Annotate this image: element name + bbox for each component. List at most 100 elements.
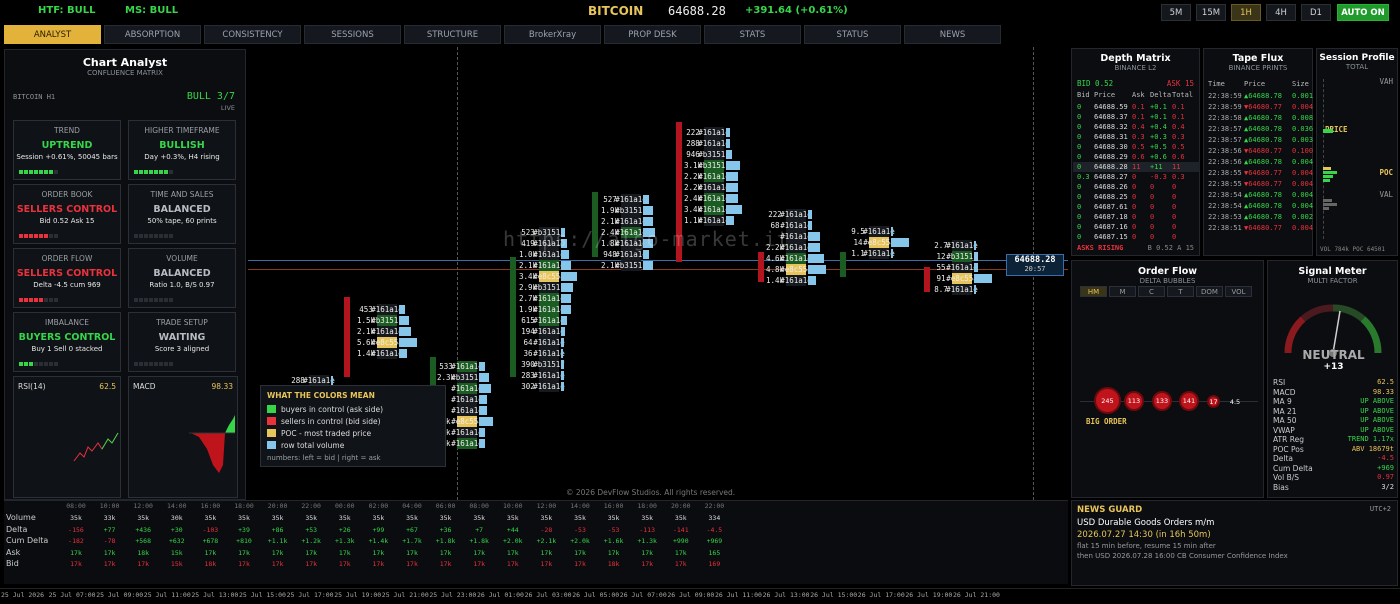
volume-bar [399,338,417,347]
card-heading: TRADE SETUP [156,318,208,327]
tab-brokerxray[interactable]: BrokerXray [504,25,601,44]
depth-cell: 0 [1132,173,1137,181]
footprint-cell: #161a1e [698,182,730,193]
tape-cell: 0.036 [1292,125,1314,133]
footprint-cell: #161a1e [780,209,812,220]
strength-bar [54,170,58,174]
stats-time: 14:00 [167,502,187,510]
bull-score: BULL 3/7 [186,91,235,102]
delta-bubble[interactable]: 141 [1179,391,1199,411]
stats-cell: 35k [271,514,284,522]
order-flow-tab-vol[interactable]: VOL [1225,286,1252,297]
stats-cell: +2.1k [536,537,557,545]
legend-swatch [267,405,276,413]
signal-label: VWAP [1273,425,1295,435]
timeframe-1h-button[interactable]: 1H [1231,4,1261,21]
depth-cell: +0.1 [1150,103,1167,111]
signal-label: Vol B/S [1273,473,1300,482]
auto-toggle-button[interactable]: AUTO ON [1337,4,1389,21]
stats-cell: 35k [506,514,519,522]
strength-bar [49,362,53,366]
stats-cell: +30 [170,525,183,534]
tape-cell: 0.004 [1292,180,1314,188]
footprint-cell: #161a1e [533,315,565,326]
volume-bar [643,206,653,215]
tab-news[interactable]: NEWS [904,25,1001,44]
card-heading: HIGHER TIMEFRAME [144,126,220,135]
depth-cell: 0 [1172,203,1177,211]
legend-text: POC - most traded price [281,428,372,438]
volume-bar [808,254,824,263]
footprint-cell: #b3151f [698,149,730,160]
tab-analyst[interactable]: ANALYST [4,25,101,44]
footprint-cell: #161a1e [615,216,647,227]
delta-bubble[interactable]: 245 [1094,387,1121,414]
stats-cell: +36 [439,525,452,534]
analyst-symbol: BITCOIN H1 [13,93,56,101]
footprint-cell: #161a1e [371,348,403,359]
order-flow-tab-dom[interactable]: DOM [1196,286,1223,297]
current-price: 64688.28 [668,4,726,18]
delta-bubble[interactable]: 17 [1207,395,1220,408]
tab-sessions[interactable]: SESSIONS [304,25,401,44]
timeframe-5m-button[interactable]: 5M [1161,4,1191,21]
signal-row: Delta -4.5 [1273,454,1394,463]
stats-cell: 17k [506,548,519,557]
depth-cell: 0 [1172,183,1177,191]
depth-cell: 0.6 [1132,153,1145,161]
footprint-cell: #161a1e [698,215,730,226]
depth-cell: 11 [1172,163,1181,171]
footprint-cell: #b3151f [698,160,730,171]
stats-cell: 18k [204,560,217,568]
tape-cell: 22:38:57 [1208,136,1242,144]
card-detail: Ratio 1.0, B/S 0.97 [149,281,215,289]
order-flow-tab-m[interactable]: M [1109,286,1136,297]
tape-cell: ▲64680.78 [1244,125,1282,133]
footprint-chart[interactable]: 453 #161a1e 1.5k #b3151f 2.1k #161a1e 5.6k #e8c… [248,47,1068,500]
timeframe-15m-button[interactable]: 15M [1196,4,1226,21]
panel-title: Chart Analyst [82,56,168,69]
signal-row: Bias 3/2 [1273,483,1394,492]
big-order-label: BIG ORDER [1086,417,1127,426]
signal-row: Cum Delta +969 [1273,464,1394,473]
stats-time: 18:00 [234,502,254,510]
order-flow-tab-c[interactable]: C [1138,286,1165,297]
tab-prop-desk[interactable]: PROP DESK [604,25,701,44]
date-label: 26 Jul 09:00 [667,591,715,599]
depth-bid-total: BID 0.52 [1077,79,1114,88]
tab-absorption[interactable]: ABSORPTION [104,25,201,44]
strength-bar [49,170,53,174]
session-stats-table: Volume Delta Cum Delta Ask Bid 08:00 35k -156 -1… [4,500,1068,584]
tab-status[interactable]: STATUS [804,25,901,44]
depth-cell: 0 [1132,183,1137,191]
volume-bar [479,406,487,415]
tab-structure[interactable]: STRUCTURE [404,25,501,44]
stats-cell: 17k [238,560,250,568]
depth-cell: -0.3 [1150,173,1167,181]
tab-consistency[interactable]: CONSISTENCY [204,25,301,44]
signal-value: UP ABOVE [1360,406,1394,415]
depth-cell: 0.5 [1172,143,1185,151]
depth-col-header: Bid [1077,91,1090,99]
timeframe-4h-button[interactable]: 4H [1266,4,1296,21]
timeframe-d1-button[interactable]: D1 [1301,4,1331,21]
legend-text: sellers in control (bid side) [281,416,381,426]
strength-bar [134,234,138,238]
volume-bar [891,249,893,258]
delta-bubble[interactable]: 113 [1124,391,1144,411]
signal-row: ATR Reg TREND 1.17x [1273,435,1394,444]
tape-cell: 22:38:53 [1208,213,1242,221]
stats-cell: 17k [406,548,418,557]
order-flow-tab-hm[interactable]: HM [1080,286,1107,297]
volume-bar [561,360,564,369]
delta-bubble[interactable]: 133 [1152,391,1172,411]
volume-bar [399,316,409,325]
order-flow-tab-t[interactable]: T [1167,286,1194,297]
depth-cell: 11 [1132,163,1141,171]
depth-cell: 64688.25 [1094,193,1128,201]
strength-bar [169,234,173,238]
strength-bar [54,362,58,366]
tab-stats[interactable]: STATS [704,25,801,44]
stats-cell: +1.4k [368,537,389,545]
delta-bubble[interactable]: 4.5 [1230,397,1240,407]
